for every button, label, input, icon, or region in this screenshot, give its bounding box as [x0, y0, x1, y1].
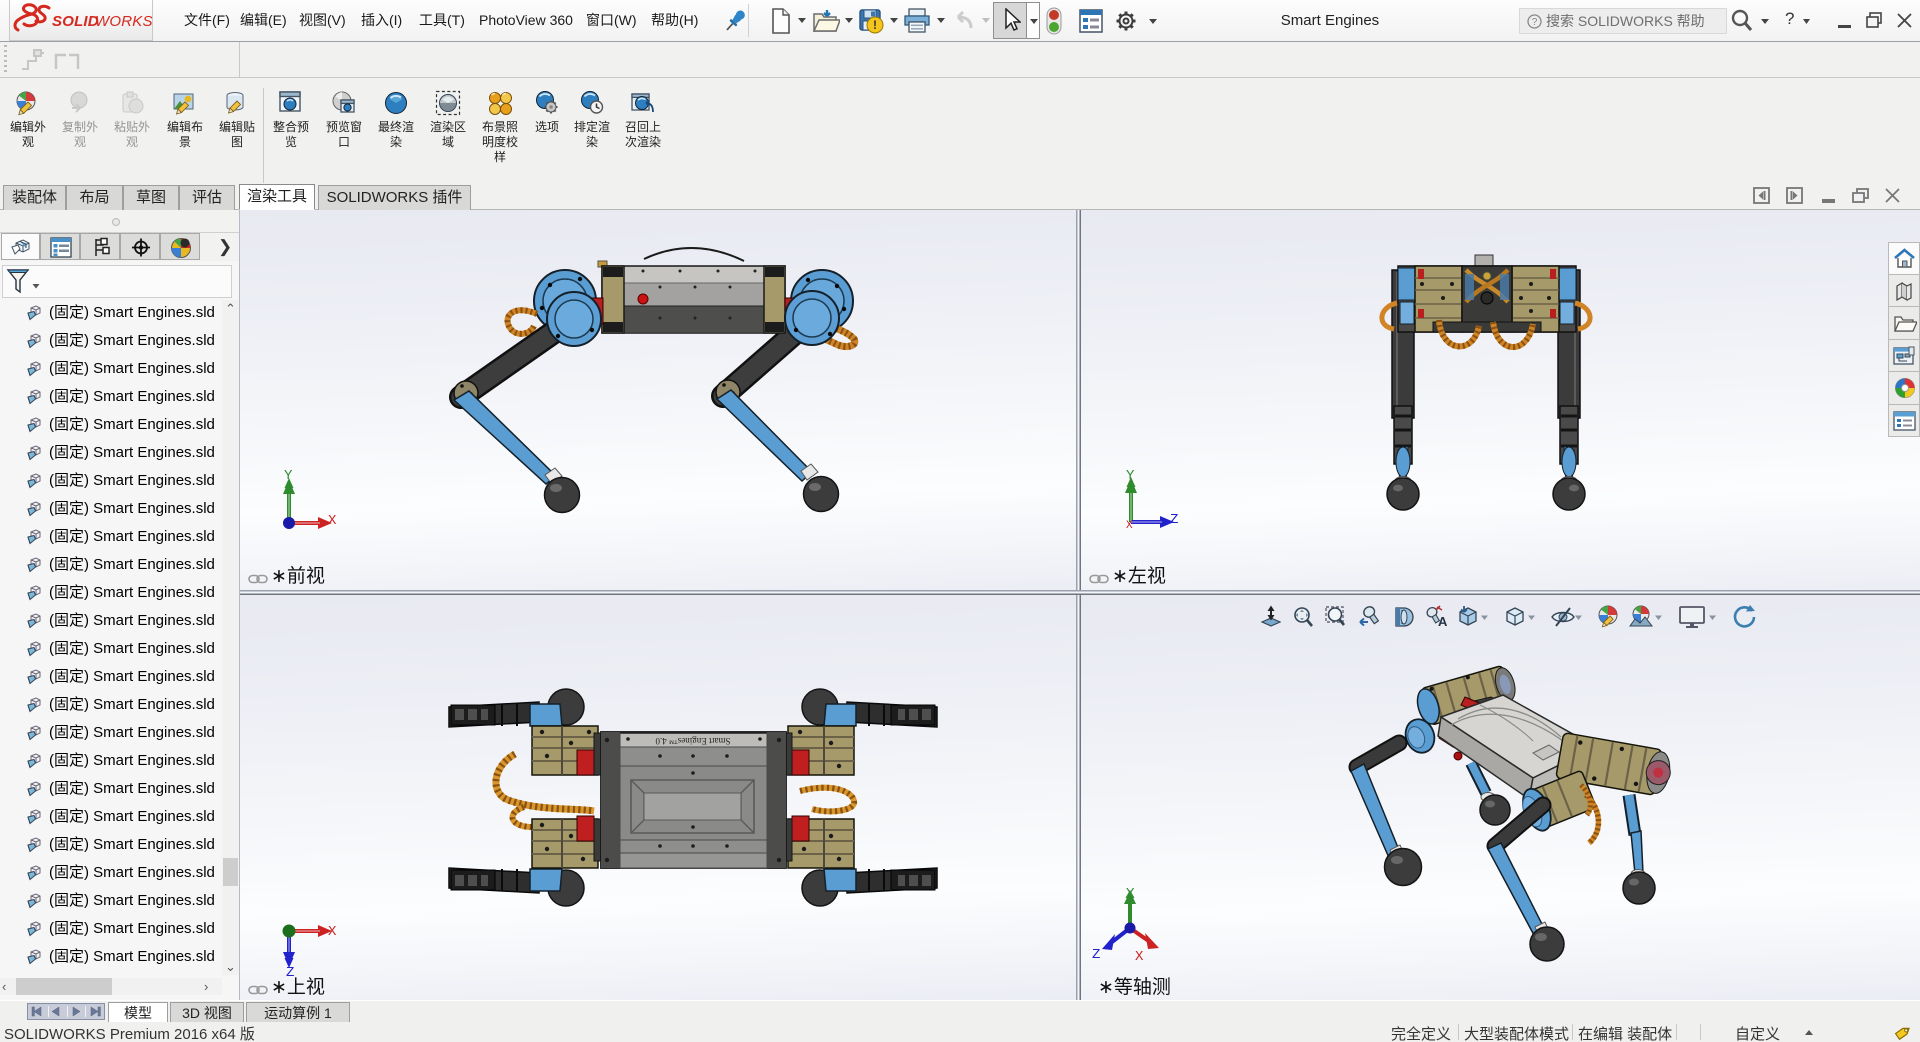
- svg-text:!: !: [873, 18, 877, 32]
- svg-text:Smart Engines™ 4.0: Smart Engines™ 4.0: [655, 736, 731, 746]
- svg-text:?: ?: [1532, 17, 1538, 28]
- svg-text:SOLID: SOLID: [52, 13, 99, 30]
- svg-text:X: X: [1126, 520, 1133, 529]
- svg-text:A: A: [1438, 614, 1448, 629]
- svg-text:WORKS: WORKS: [95, 13, 152, 30]
